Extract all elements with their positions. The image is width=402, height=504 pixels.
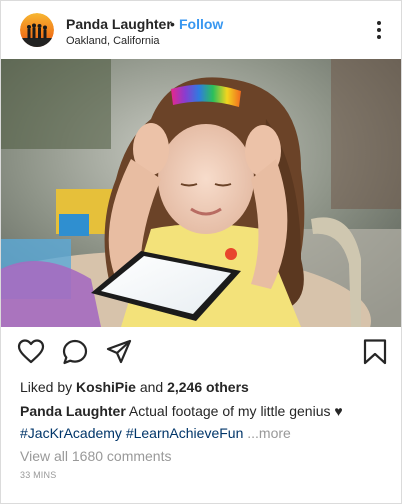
likes-others-link[interactable]: 2,246 others [167,379,249,395]
liker-username[interactable]: KoshiPie [76,379,136,395]
post-header: Panda Laughter • Follow Oakland, Califor… [1,1,401,59]
likes-summary: Liked by KoshiPie and 2,246 others [20,379,249,395]
location-link[interactable]: Oakland, California [66,35,160,47]
caption: Panda Laughter Actual footage of my litt… [20,403,343,419]
heart-icon[interactable] [17,338,45,366]
header-username[interactable]: Panda Laughter [66,16,172,32]
avatar[interactable] [20,13,54,47]
more-link[interactable]: ...more [247,425,291,441]
caption-username[interactable]: Panda Laughter [20,403,126,419]
comment-icon[interactable] [61,338,89,366]
post-card: Panda Laughter • Follow Oakland, Califor… [0,0,402,504]
likes-middle: and [139,379,164,395]
follow-button[interactable]: Follow [179,16,223,32]
action-bar [1,327,401,375]
post-photo[interactable] [1,59,401,327]
caption-text: Actual footage of my little genius ♥ [128,403,343,419]
likes-prefix: Liked by [20,379,73,395]
post-timestamp: 33 MINS [20,470,57,480]
share-icon[interactable] [105,338,133,366]
view-comments-link[interactable]: View all 1680 comments [20,448,171,464]
hashtags: #JacKrAcademy #LearnAchieveFun ...more [20,425,291,441]
bookmark-icon[interactable] [361,338,389,366]
more-options-icon[interactable] [371,19,387,41]
hashtag-link[interactable]: #LearnAchieveFun [126,425,244,441]
separator-dot: • [170,16,175,32]
hashtag-link[interactable]: #JacKrAcademy [20,425,122,441]
